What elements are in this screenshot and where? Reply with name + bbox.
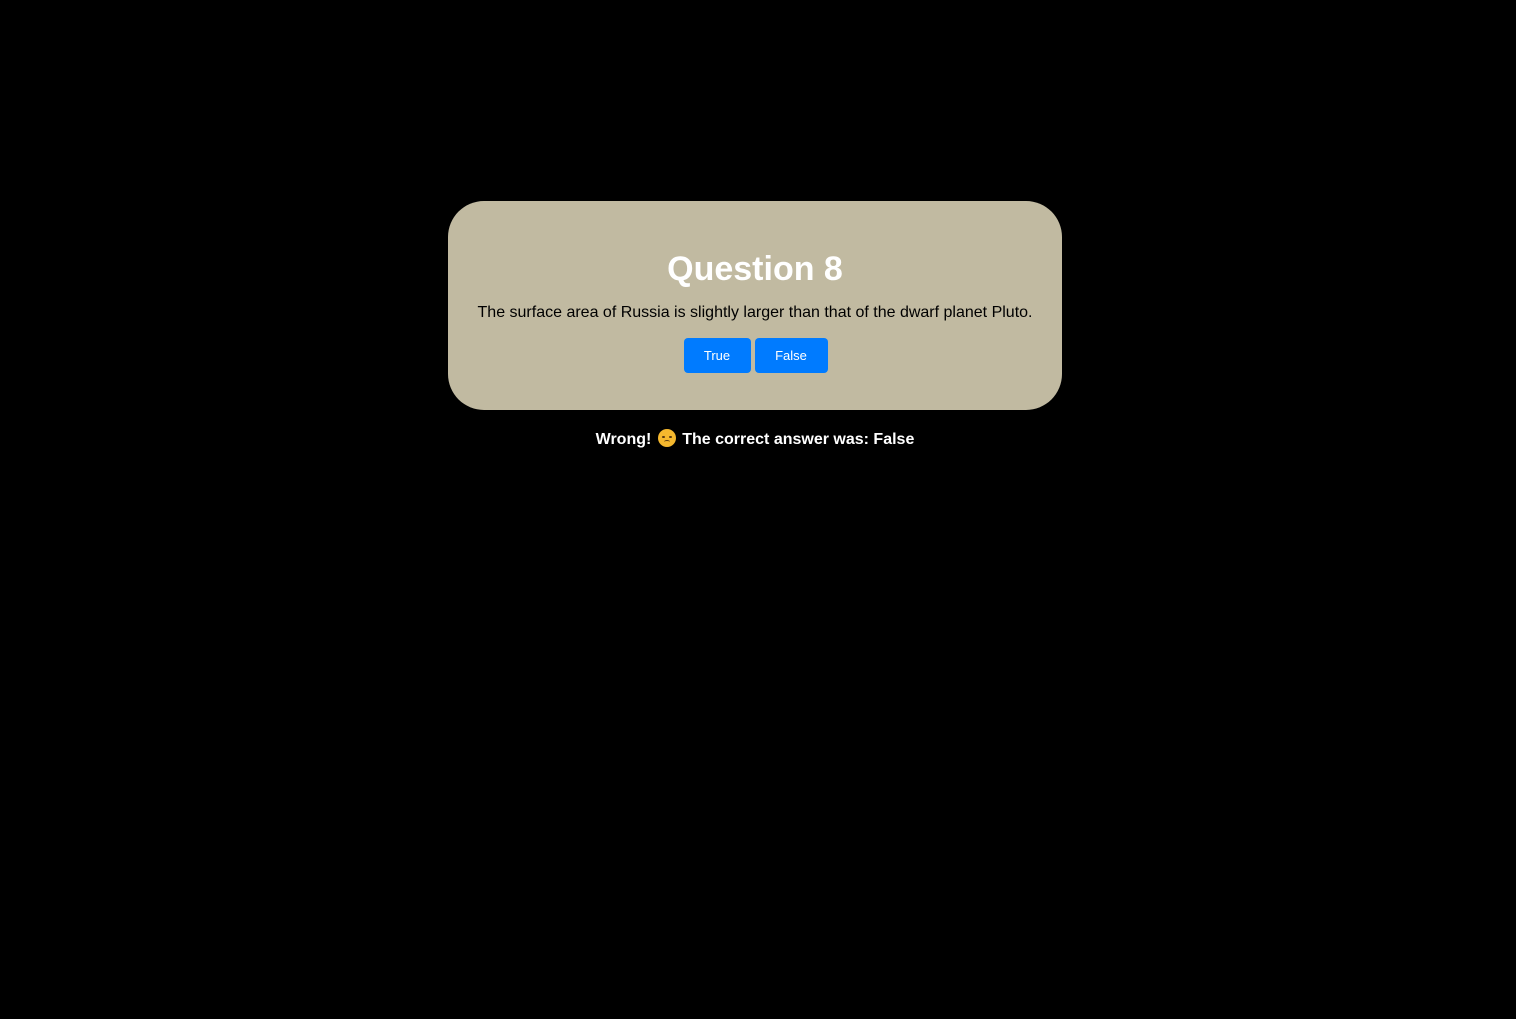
false-button[interactable]: False [754, 338, 828, 373]
answer-feedback: Wrong! The correct answer was: False [0, 429, 1510, 451]
feedback-message: The correct answer was: False [682, 431, 915, 448]
page: Question 8 The surface area of Russia is… [0, 0, 1516, 1019]
answer-buttons: True False [448, 338, 1062, 373]
sad-face-icon [657, 429, 676, 447]
question-text: The surface area of Russia is slightly l… [477, 304, 1033, 321]
feedback-prefix: Wrong! [595, 431, 652, 448]
true-button[interactable]: True [683, 338, 751, 373]
quiz-card: Question 8 The surface area of Russia is… [448, 201, 1062, 410]
question-title: Question 8 [667, 250, 843, 288]
